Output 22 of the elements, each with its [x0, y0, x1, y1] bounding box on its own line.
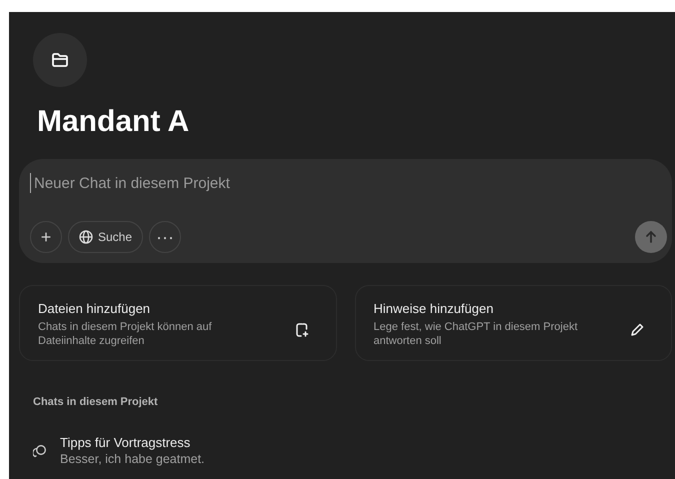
chat-bubbles-icon: [33, 444, 47, 458]
add-files-card[interactable]: Dateien hinzufügen Chats in diesem Projekt können auf Dateiinhalte zugreifen: [19, 285, 336, 361]
file-add-icon: [294, 322, 310, 338]
project-title: Mandant A: [37, 104, 190, 140]
add-button[interactable]: +: [30, 221, 62, 253]
chat-preview: Besser, ich habe geatmet.: [60, 451, 205, 468]
card-title: Dateien hinzufügen: [38, 300, 152, 318]
pencil-icon: [629, 322, 645, 338]
card-description: Lege fest, wie ChatGPT in diesem Projekt antworten soll: [374, 320, 579, 348]
chat-title: Tipps für Vortragstress: [60, 434, 192, 451]
section-heading: Chats in diesem Projekt: [33, 395, 159, 409]
globe-icon: [79, 230, 93, 244]
message-input[interactable]: Neuer Chat in diesem Projekt: [30, 173, 594, 193]
send-button[interactable]: [635, 221, 667, 253]
add-instructions-card[interactable]: Hinweise hinzufügen Lege fest, wie ChatGPT in diesem Projekt antworten soll: [354, 285, 672, 361]
search-button[interactable]: Suche: [68, 221, 144, 253]
card-description: Chats in diesem Projekt können auf Dateiinhalte zugreifen: [38, 320, 213, 348]
card-title: Hinweise hinzufügen: [374, 300, 494, 318]
folder-icon: [51, 52, 69, 68]
chat-list-item[interactable]: Tipps für Vortragstress Besser, ich habe geatmet.: [19, 431, 672, 471]
arrow-up-icon: [644, 230, 658, 244]
more-button[interactable]: ···: [149, 221, 182, 253]
